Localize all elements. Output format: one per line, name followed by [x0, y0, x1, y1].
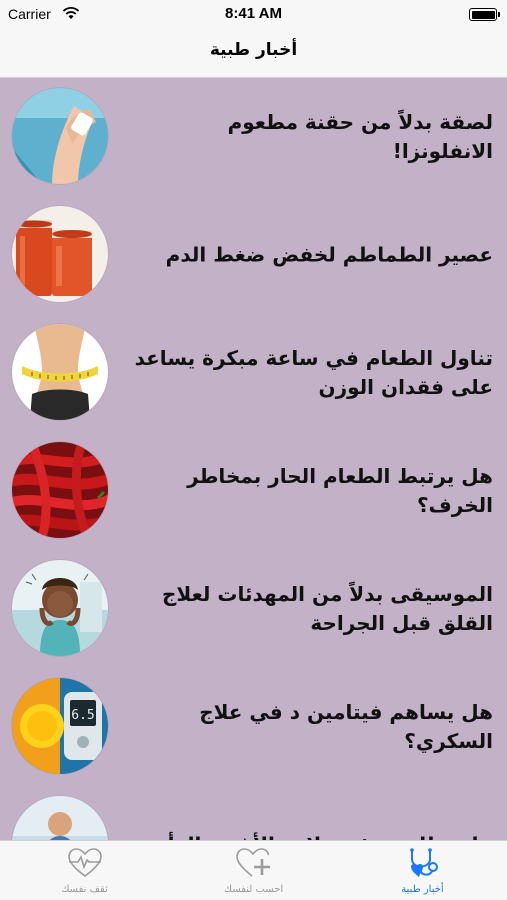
heart-plus-icon — [235, 848, 270, 877]
news-title: هل يرتبط الطعام الحار بمخاطر الخرف؟ — [187, 464, 493, 517]
tomato-juice-image — [12, 206, 108, 302]
anxious-woman-image — [12, 560, 108, 656]
battery-icon — [469, 8, 500, 21]
news-item[interactable]: هل ضللت هيئة سلامة الأغذية الرأي — [0, 786, 507, 840]
news-title: لصقة بدلاً من حقنة مطعوم الانفلونزا! — [227, 110, 493, 163]
tab-educate-yourself[interactable]: ثقف نفسك — [0, 841, 169, 900]
tab-medical-news[interactable]: أخبار طبية — [338, 841, 507, 900]
stethoscope-heart-icon — [409, 848, 438, 877]
news-title: هل ضللت هيئة سلامة الأغذية الرأي — [122, 831, 493, 841]
tab-label: أخبار طبية — [401, 884, 444, 895]
news-item[interactable]: تناول الطعام في ساعة مبكرة يساعد على فقد… — [0, 314, 507, 432]
heart-pulse-icon — [67, 848, 102, 877]
tab-label: احسب لنفسك — [223, 884, 284, 895]
news-item[interactable]: عصير الطماطم لخفض ضغط الدم — [0, 196, 507, 314]
news-title: تناول الطعام في ساعة مبكرة يساعد على فقد… — [134, 346, 493, 399]
tab-bar: ثقف نفسك احسب لنفسك أخبار طبية — [0, 840, 507, 900]
svg-text:6.5: 6.5 — [71, 708, 94, 723]
news-title: هل يساهم فيتامين د في علاج السكري؟ — [199, 700, 493, 753]
news-list[interactable]: لصقة بدلاً من حقنة مطعوم الانفلونزا! عصي… — [0, 78, 507, 840]
navigation-bar: أخبار طبية — [0, 28, 507, 78]
news-title: الموسيقى بدلاً من المهدئات لعلاج القلق ق… — [161, 582, 493, 635]
flu-patch-image — [12, 88, 108, 184]
page-title: أخبار طبية — [209, 40, 298, 60]
news-item[interactable]: الموسيقى بدلاً من المهدئات لعلاج القلق ق… — [0, 550, 507, 668]
food-safety-image — [12, 796, 108, 840]
chili-peppers-image — [12, 442, 108, 538]
news-title: عصير الطماطم لخفض ضغط الدم — [165, 242, 493, 267]
glucose-meter-image: 6.5 — [12, 678, 108, 774]
news-item[interactable]: هل يساهم فيتامين د في علاج السكري؟ 6.5 — [0, 668, 507, 786]
status-bar: Carrier 8:41 AM — [0, 0, 507, 28]
tab-label: ثقف نفسك — [61, 884, 108, 895]
waist-measure-image — [12, 324, 108, 420]
tab-calculate-yourself[interactable]: احسب لنفسك — [169, 841, 338, 900]
status-time: 8:41 AM — [225, 5, 282, 22]
news-item[interactable]: لصقة بدلاً من حقنة مطعوم الانفلونزا! — [0, 78, 507, 196]
news-item[interactable]: هل يرتبط الطعام الحار بمخاطر الخرف؟ — [0, 432, 507, 550]
